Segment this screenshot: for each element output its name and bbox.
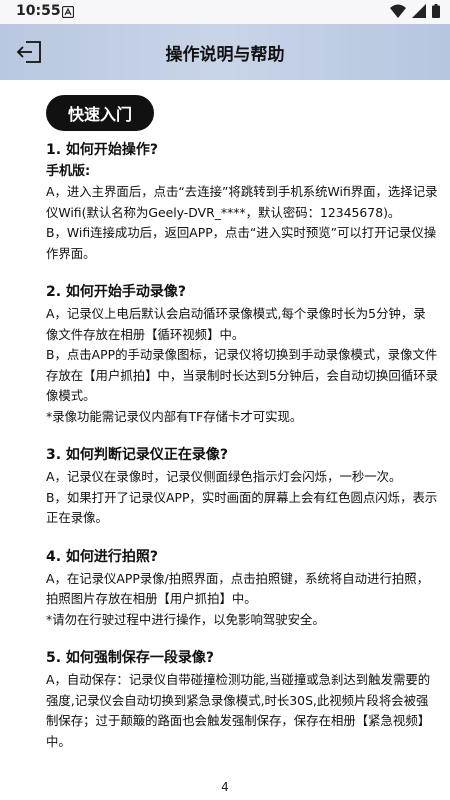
status-time: 10:55 <box>16 3 61 19</box>
faq-note: *请勿在行驶过程中进行操作，以免影响驾驶安全。 <box>46 611 325 627</box>
faq-question: 2. 如何开始手动录像? <box>46 284 187 300</box>
faq-note: *录像功能需记录仪内部有TF存储卡才可实现。 <box>46 408 303 424</box>
battery-icon <box>432 4 440 18</box>
faq-item-3: 3. 如何判断记录仪正在录像? A，记录仪在录像时，记录仪侧面绿色指示灯会闪烁，… <box>46 445 438 529</box>
faq-question: 1. 如何开始操作? <box>46 142 159 158</box>
faq-item-2: 2. 如何开始手动录像? A，记录仪上电后默认会启动循环录像模式,每个录像时长为… <box>46 282 438 427</box>
faq-item-4: 4. 如何进行拍照? A，在记录仪APP录像/拍照界面，点击拍照键，系统将自动进… <box>46 547 438 631</box>
section-badge-quick-start: 快速入门 <box>46 95 154 131</box>
faq-question: 5. 如何强制保存一段录像? <box>46 650 215 666</box>
status-icons <box>390 4 440 18</box>
status-bar: 10:55 <box>0 0 450 24</box>
app-header: 操作说明与帮助 <box>0 24 450 80</box>
faq-paragraph: B，如果打开了记录仪APP，实时画面的屏幕上会有红色圆点闪烁，表示正在录像。 <box>46 489 438 526</box>
app-notification-icon <box>62 6 74 18</box>
page-title: 操作说明与帮助 <box>165 45 285 65</box>
faq-paragraph: A，自动保存：记录仪自带碰撞检测功能,当碰撞或急刹达到触发需要的强度,记录仪会自… <box>46 672 431 749</box>
page-number: 4 <box>221 780 229 794</box>
faq-item-5: 5. 如何强制保存一段录像? A，自动保存：记录仪自带碰撞检测功能,当碰撞或急刹… <box>46 648 438 752</box>
faq-paragraph: A，在记录仪APP录像/拍照界面，点击拍照键，系统将自动进行拍照，拍照图片存放在… <box>46 570 430 607</box>
faq-paragraph: B，点击APP的手动录像图标，记录仪将切换到手动录像模式，录像文件存放在【用户抓… <box>46 347 438 403</box>
faq-paragraph: B，Wifi连接成功后，返回APP，点击“进入实时预览”可以打开记录仪操作界面。 <box>46 225 437 261</box>
signal-icon <box>412 4 426 18</box>
faq-paragraph: A，进入主界面后，点击“去连接”将跳转到手机系统Wifi界面，选择记录仪Wifi… <box>46 184 438 220</box>
faq-question: 4. 如何进行拍照? <box>46 548 159 565</box>
faq-item-1: 1. 如何开始操作? 手机版: A，进入主界面后，点击“去连接”将跳转到手机系统… <box>46 140 438 264</box>
faq-question: 3. 如何判断记录仪正在录像? <box>46 447 229 463</box>
help-content: 1. 如何开始操作? 手机版: A，进入主界面后，点击“去连接”将跳转到手机系统… <box>46 140 438 770</box>
wifi-icon <box>390 4 406 18</box>
faq-paragraph: A，记录仪上电后默认会启动循环录像模式,每个录像时长为5分钟，录像文件存放在相册… <box>46 306 426 342</box>
faq-subtitle: 手机版: <box>46 164 91 179</box>
faq-paragraph: A，记录仪在录像时，记录仪侧面绿色指示灯会闪烁，一秒一次。 <box>46 469 402 484</box>
